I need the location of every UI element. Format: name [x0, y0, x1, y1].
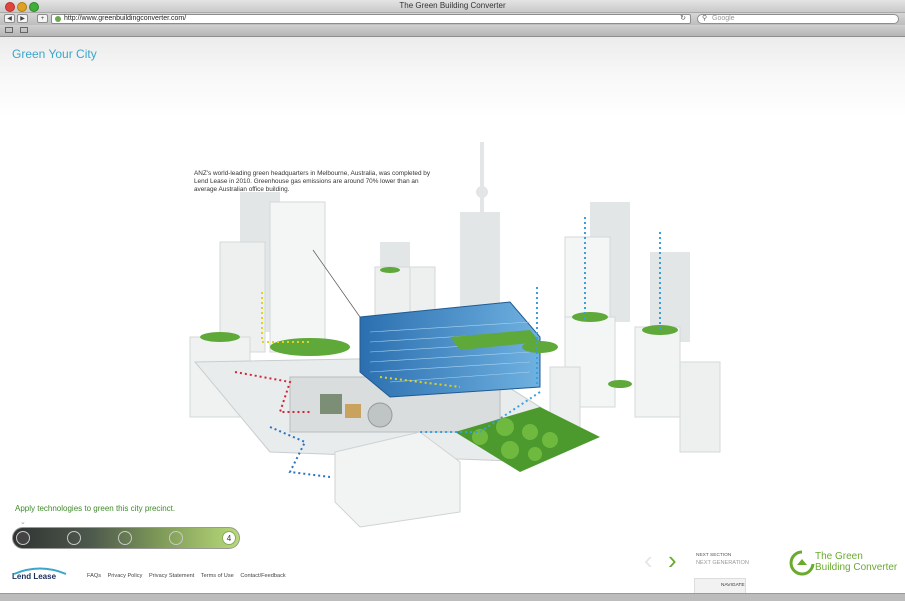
- building-caption: ANZ's world-leading green headquarters i…: [194, 170, 431, 194]
- progress-step-4[interactable]: [169, 531, 183, 545]
- brand-name-line-1: The Green: [815, 551, 863, 562]
- add-bookmark-button[interactable]: +: [37, 14, 48, 23]
- anz-headquarters: [359, 301, 541, 398]
- search-input[interactable]: ⚲ Google: [697, 14, 899, 24]
- navigate-tab[interactable]: NAVIGATE: [694, 578, 746, 593]
- footer-link-faqs[interactable]: FAQs: [87, 573, 101, 579]
- footer-link-privacy-statement[interactable]: Privacy Statement: [149, 573, 194, 579]
- footer-links: FAQs Privacy Policy Privacy Statement Te…: [87, 573, 291, 579]
- lend-lease-logo[interactable]: Lend Lease: [12, 562, 68, 584]
- technology-progress-bar: 4: [12, 527, 240, 549]
- underground-tank: [320, 394, 342, 414]
- next-section-value: NEXT GENERATION: [696, 560, 749, 566]
- next-section-button[interactable]: ›: [668, 547, 677, 573]
- bookmarks-bar: [0, 25, 905, 37]
- page-content: Green Your City ANZ's world-leading gree…: [0, 37, 905, 593]
- previous-section-button[interactable]: ‹: [644, 547, 653, 573]
- brand-name[interactable]: The Green Building Converter: [815, 551, 897, 573]
- reading-list-icon[interactable]: [5, 27, 13, 33]
- window-titlebar: The Green Building Converter: [0, 0, 905, 13]
- right-towers: [549, 236, 721, 453]
- progress-step-1[interactable]: [16, 531, 30, 545]
- top-sites-icon[interactable]: [20, 27, 28, 33]
- progress-step-3[interactable]: [118, 531, 132, 545]
- browser-toolbar: ◀ ▶ + http://www.greenbuildingconverter.…: [0, 13, 905, 25]
- chevron-down-icon: ⌄: [20, 519, 26, 526]
- footer-link-privacy-policy[interactable]: Privacy Policy: [108, 573, 143, 579]
- progress-step-2[interactable]: [67, 531, 81, 545]
- address-url: http://www.greenbuildingconverter.com/: [64, 15, 187, 22]
- lend-lease-logo-text: Lend Lease: [12, 572, 57, 581]
- page-title: Green Your City: [12, 47, 97, 61]
- search-icon: ⚲: [702, 15, 708, 22]
- footer-link-contact[interactable]: Contact/Feedback: [240, 573, 285, 579]
- next-section-label: NEXT SECTION: [696, 553, 732, 558]
- footer-link-terms[interactable]: Terms of Use: [201, 573, 234, 579]
- green-building-converter-logo-icon[interactable]: [787, 549, 817, 577]
- window-title: The Green Building Converter: [399, 1, 506, 10]
- site-favicon-icon: [55, 16, 61, 22]
- search-placeholder: Google: [712, 15, 735, 22]
- underground-pipe: [367, 402, 393, 428]
- back-button[interactable]: ◀: [4, 14, 15, 23]
- brand-name-line-2: Building Converter: [815, 562, 898, 573]
- precinct-prompt: Apply technologies to green this city pr…: [15, 504, 176, 513]
- forward-button[interactable]: ▶: [17, 14, 28, 23]
- reload-icon[interactable]: ↻: [680, 15, 686, 23]
- address-bar[interactable]: http://www.greenbuildingconverter.com/ ↻: [51, 14, 691, 24]
- underground-unit: [345, 404, 361, 418]
- progress-current-step[interactable]: 4: [222, 531, 236, 545]
